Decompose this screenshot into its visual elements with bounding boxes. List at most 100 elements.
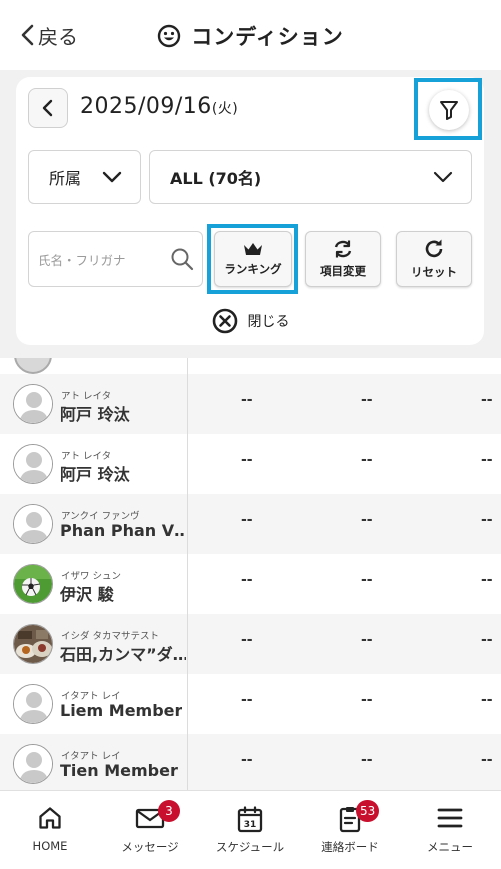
message-badge: 3 <box>158 800 180 822</box>
member-name: 伊沢 駿 <box>60 585 114 604</box>
condition-value: -- <box>361 692 373 708</box>
ranking-button[interactable]: ランキング <box>214 231 292 287</box>
condition-value: -- <box>361 632 373 648</box>
page-title: コンディション <box>191 25 344 49</box>
member-row[interactable]: アンクイ ファンヴ Phan Phan V… -- -- -- <box>0 494 501 554</box>
ranking-label: ランキング <box>224 262 282 276</box>
board-badge: 53 <box>356 800 380 822</box>
condition-value: -- <box>241 692 253 708</box>
date-value: 2025/09/16 <box>80 94 212 119</box>
nav-menu-label: メニュー <box>427 840 473 854</box>
nav-schedule-label: スケジュール <box>215 840 285 854</box>
member-row[interactable]: イタアト レイ Tien Member -- -- -- <box>0 734 501 790</box>
nav-message[interactable]: 3 メッセージ <box>100 791 200 869</box>
member-kana: アト レイタ <box>61 451 112 462</box>
affiliation-select[interactable]: 所属 <box>28 150 141 204</box>
header: 戻る コンディション <box>0 0 501 70</box>
member-row[interactable]: アト レイタ阿戸 玲汰 -- -- -- <box>0 434 501 494</box>
condition-value: -- <box>361 452 373 468</box>
home-icon <box>39 807 61 829</box>
bottom-navigation: HOME 3 メッセージ 31 スケジュール 53 連絡ボード メニュー <box>0 790 501 869</box>
date-display[interactable]: 2025/09/16(火) <box>80 94 238 119</box>
nav-message-label: メッセージ <box>121 840 179 854</box>
chevron-down-icon <box>102 171 122 183</box>
funnel-icon <box>440 101 458 120</box>
member-name: 阿戸 玲汰 <box>60 405 130 424</box>
avatar <box>13 564 53 604</box>
search-icon <box>171 248 194 271</box>
nav-board-label: 連絡ボード <box>321 840 379 854</box>
avatar <box>13 744 53 784</box>
avatar <box>13 504 53 544</box>
chevron-left-icon <box>42 99 53 117</box>
avatar <box>13 684 53 724</box>
close-circle-icon <box>212 308 237 334</box>
condition-value: -- <box>481 632 493 648</box>
condition-value: -- <box>241 752 253 768</box>
member-kana: アト レイタ <box>61 391 112 402</box>
column-divider <box>187 358 188 790</box>
member-row[interactable]: イザワ シュン伊沢 駿 -- -- -- <box>0 554 501 614</box>
member-name: Tien Member <box>60 761 178 780</box>
affiliation-label: 所属 <box>49 169 82 188</box>
condition-value: -- <box>481 512 493 528</box>
condition-value: -- <box>481 692 493 708</box>
nav-board[interactable]: 53 連絡ボード <box>300 791 400 869</box>
member-kana: イタアト レイ <box>61 691 121 702</box>
member-name: 阿戸 玲汰 <box>60 465 130 484</box>
smile-icon <box>158 24 181 48</box>
condition-value: -- <box>481 392 493 408</box>
previous-date-button[interactable] <box>28 88 68 128</box>
member-name: Liem Member <box>60 701 183 720</box>
filter-button[interactable] <box>429 90 469 130</box>
member-name: 石田,カンマ”ダ… <box>60 645 186 664</box>
condition-value: -- <box>481 752 493 768</box>
change-items-button[interactable]: 項目変更 <box>305 231 381 287</box>
name-search-input[interactable]: 氏名・フリガナ <box>28 231 203 287</box>
member-kana: イザワ シュン <box>61 571 122 582</box>
nav-home[interactable]: HOME <box>0 791 100 869</box>
reset-button[interactable]: リセット <box>396 231 472 287</box>
swap-arrows-icon <box>334 240 352 258</box>
member-kana: アンクイ ファンヴ <box>61 511 140 522</box>
avatar <box>13 624 53 664</box>
refresh-icon <box>425 239 443 258</box>
close-filter-button[interactable]: 閉じる <box>0 306 501 336</box>
condition-value: -- <box>481 452 493 468</box>
member-row[interactable]: アト レイタ阿戸 玲汰 -- -- -- <box>0 374 501 434</box>
member-row[interactable]: イタアト レイ Liem Member -- -- -- <box>0 674 501 734</box>
avatar <box>13 384 53 424</box>
member-kana: イタアト レイ <box>61 751 121 762</box>
avatar <box>13 444 53 484</box>
condition-value: -- <box>361 752 373 768</box>
page-title-area: コンディション <box>0 20 501 52</box>
avatar <box>14 358 52 374</box>
calendar-icon: 31 <box>237 806 263 833</box>
nav-menu[interactable]: メニュー <box>400 791 500 869</box>
group-label: ALL (70名) <box>170 169 262 188</box>
nav-home-label: HOME <box>32 839 68 853</box>
condition-value: -- <box>241 572 253 588</box>
crown-icon <box>244 243 262 255</box>
reset-label: リセット <box>411 265 457 279</box>
close-label: 閉じる <box>247 314 290 330</box>
condition-value: -- <box>241 452 253 468</box>
condition-value: -- <box>241 392 253 408</box>
member-name: Phan Phan V… <box>60 521 186 540</box>
nav-schedule[interactable]: 31 スケジュール <box>200 791 300 869</box>
chevron-down-icon <box>433 171 453 183</box>
condition-value: -- <box>241 512 253 528</box>
member-row[interactable]: イシダ タカマサテスト石田,カンマ”ダ… -- -- -- <box>0 614 501 674</box>
calendar-day-text: 31 <box>244 820 257 830</box>
weekday-value: (火) <box>211 101 239 117</box>
condition-value: -- <box>481 572 493 588</box>
condition-value: -- <box>361 392 373 408</box>
hamburger-menu-icon <box>437 808 463 828</box>
member-list: アト レイタ 阿戸 玲汰 -- -- -- アト レイタ 阿戸 玲汰 -- -- -- アンクイ フ… <box>0 358 501 790</box>
condition-value: -- <box>361 572 373 588</box>
condition-value: -- <box>361 512 373 528</box>
group-select[interactable]: ALL (70名) <box>149 150 472 204</box>
member-kana: イシダ タカマサテスト <box>61 631 160 642</box>
condition-value: -- <box>241 632 253 648</box>
change-items-label: 項目変更 <box>320 264 366 278</box>
